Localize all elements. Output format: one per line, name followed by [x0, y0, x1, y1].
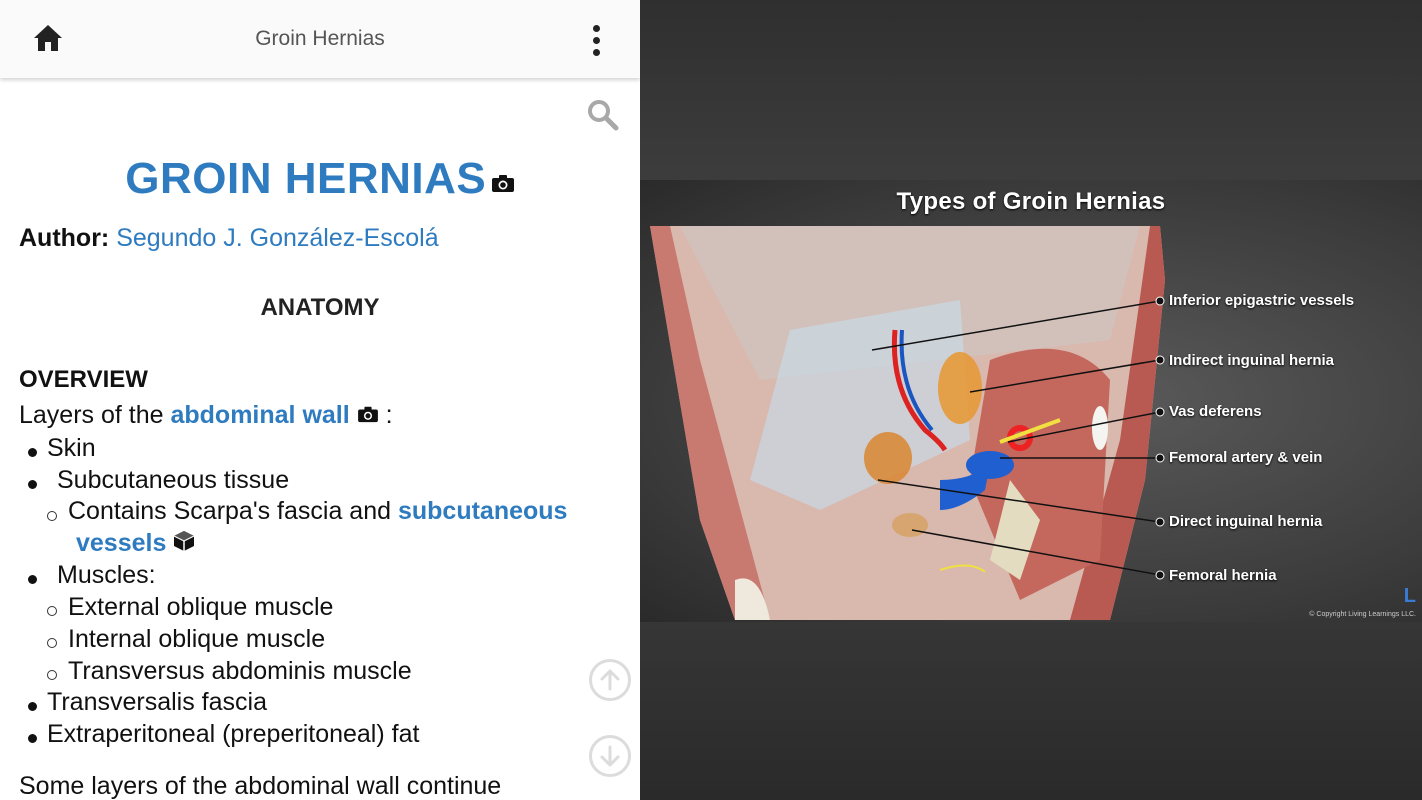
label-inferior-epigastric-vessels: Inferior epigastric vessels: [1169, 292, 1355, 309]
bullet-circle-icon: [47, 606, 57, 616]
bullet-circle-icon: [47, 511, 57, 521]
scroll-up-button[interactable]: [589, 659, 631, 701]
3d-cube-icon[interactable]: [173, 530, 195, 559]
app-bar-title: Groin Hernias: [255, 27, 385, 50]
subcutaneous-vessels-link[interactable]: subcutaneous: [398, 497, 567, 525]
living-learnings-logo: L: [1403, 585, 1416, 607]
copyright-text: © Copyright Living Learnings LLC.: [1309, 611, 1416, 618]
layers-sentence: Layers of the abdominal wall :: [19, 401, 393, 430]
bullet-circle-icon: [47, 638, 57, 648]
image-viewer[interactable]: Types of Groin Hernias Inferior epigastr…: [640, 0, 1422, 800]
camera-icon[interactable]: [491, 173, 515, 198]
author-label: Author:: [19, 224, 110, 252]
article-title-row: GROIN HERNIAS: [0, 154, 640, 204]
paragraph-text: Some layers of the abdominal wall contin…: [19, 772, 502, 800]
app-bar: Groin Hernias: [0, 0, 640, 78]
author-line: Author: Segundo J. González-Escolá: [19, 224, 439, 253]
overflow-menu-button[interactable]: [580, 20, 612, 60]
bullet-icon: [28, 575, 37, 584]
label-femoral-hernia: Femoral hernia: [1169, 567, 1277, 584]
layers-suffix: :: [378, 401, 393, 429]
arrow-up-circle-icon: [600, 669, 620, 691]
scroll-down-button[interactable]: [589, 735, 631, 777]
section-heading: ANATOMY: [260, 294, 380, 321]
label-vas-deferens: Vas deferens: [1169, 403, 1262, 420]
search-icon: [588, 100, 619, 131]
label-indirect-inguinal-hernia: Indirect inguinal hernia: [1169, 352, 1335, 369]
article-pane: Groin Hernias GROIN HERNIAS Author: Segu…: [0, 0, 640, 800]
subsection-heading: OVERVIEW: [19, 366, 148, 393]
bullet-icon: [28, 480, 37, 489]
subcutaneous-vessels-link[interactable]: vessels: [76, 529, 166, 557]
groin-anatomy-illustration: [650, 226, 1165, 620]
anatomy-figure[interactable]: Types of Groin Hernias Inferior epigastr…: [640, 180, 1422, 622]
more-vert-icon: [592, 24, 600, 32]
abdominal-wall-link[interactable]: abdominal wall: [170, 401, 349, 429]
search-button[interactable]: [586, 98, 620, 132]
camera-icon[interactable]: [357, 401, 379, 430]
label-direct-inguinal-hernia: Direct inguinal hernia: [1169, 513, 1323, 530]
author-link[interactable]: Segundo J. González-Escolá: [116, 224, 438, 252]
bullet-circle-icon: [47, 670, 57, 680]
bullet-icon: [28, 734, 37, 743]
arrow-down-circle-icon: [600, 745, 620, 767]
layers-prefix: Layers of the: [19, 401, 171, 429]
article-title: GROIN HERNIAS: [125, 154, 487, 203]
label-femoral-artery-vein: Femoral artery & vein: [1169, 449, 1323, 466]
bullet-icon: [28, 448, 37, 457]
bullet-icon: [28, 702, 37, 711]
